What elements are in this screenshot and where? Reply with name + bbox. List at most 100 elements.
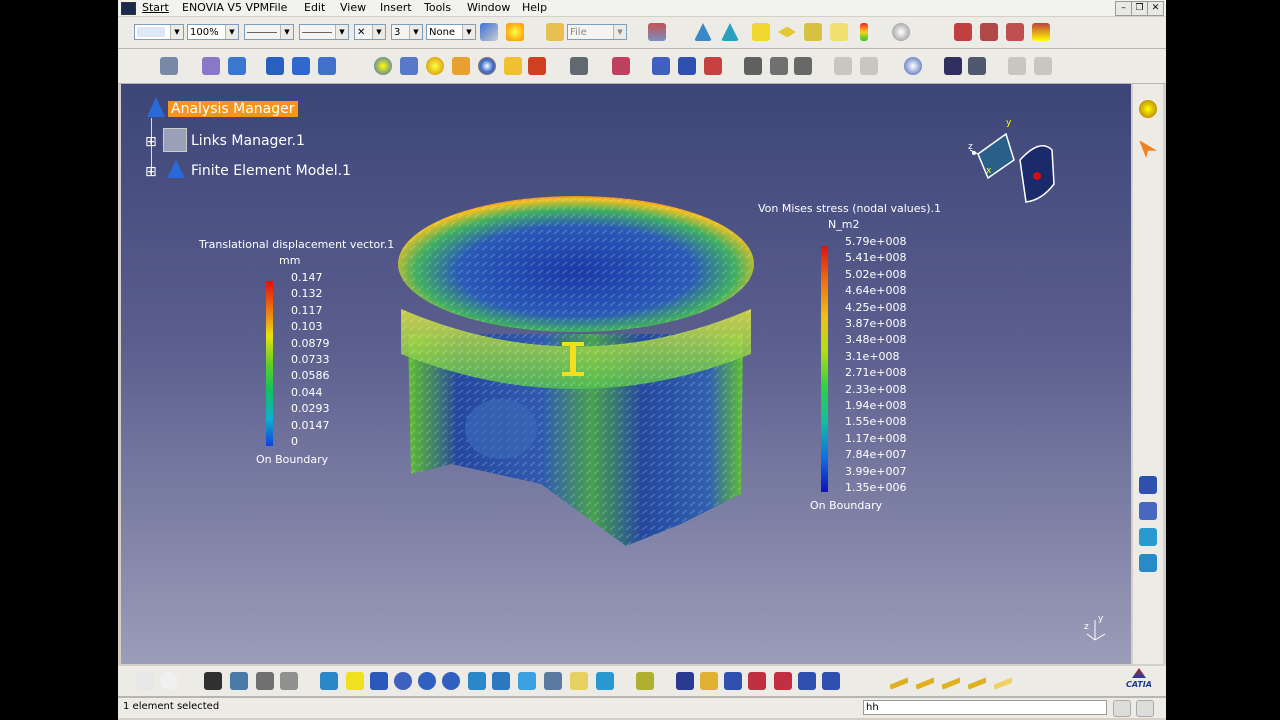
surface-2-icon[interactable]: [1139, 554, 1157, 572]
minimize-button[interactable]: –: [1115, 1, 1132, 16]
mesh-icon[interactable]: [202, 57, 220, 75]
report-icon[interactable]: [744, 57, 762, 75]
multi-view-icon[interactable]: [492, 672, 510, 690]
list-icon[interactable]: [794, 57, 812, 75]
lineweight-dropdown[interactable]: ▼: [299, 24, 349, 40]
rotate-icon[interactable]: [394, 672, 412, 690]
analysis-5-icon[interactable]: [774, 672, 792, 690]
swap-icon[interactable]: [596, 672, 614, 690]
brush-icon[interactable]: [480, 23, 498, 41]
chart-icon[interactable]: [770, 57, 788, 75]
stack-icon[interactable]: [804, 23, 822, 41]
command-cancel-icon[interactable]: [1136, 700, 1154, 717]
menu-start[interactable]: Start: [142, 1, 169, 14]
analysis-7-icon[interactable]: [822, 672, 840, 690]
material-icon[interactable]: [704, 57, 722, 75]
hand-icon[interactable]: [830, 23, 848, 41]
formula-icon[interactable]: [136, 672, 154, 690]
gear-blue-icon[interactable]: [228, 57, 246, 75]
normal-view-icon[interactable]: [468, 672, 486, 690]
number-dropdown[interactable]: 3 ▼: [391, 24, 423, 40]
linetype-dropdown[interactable]: ▼: [244, 24, 294, 40]
app-logo-icon[interactable]: [121, 2, 136, 15]
comment-icon[interactable]: [160, 672, 178, 690]
zoom-dropdown[interactable]: 100% ▼: [187, 24, 239, 40]
pan-icon[interactable]: [370, 672, 388, 690]
compute-icon[interactable]: [374, 57, 392, 75]
settings-gear-icon[interactable]: [1139, 100, 1157, 118]
mesh-part-2-icon[interactable]: [1139, 502, 1157, 520]
hide-show-icon[interactable]: [570, 672, 588, 690]
window-icon[interactable]: [968, 57, 986, 75]
grid-icon[interactable]: [570, 57, 588, 75]
distributed-load-icon[interactable]: [318, 57, 336, 75]
plane-blue-icon[interactable]: [694, 23, 712, 41]
macro-icon[interactable]: [204, 672, 222, 690]
robot-small-icon[interactable]: [980, 23, 998, 41]
deformation-icon[interactable]: [400, 57, 418, 75]
menu-view[interactable]: View: [340, 1, 366, 14]
sphere-icon[interactable]: [892, 23, 910, 41]
arc-icon[interactable]: [452, 57, 470, 75]
plane-3-icon[interactable]: [942, 677, 960, 690]
update-icon[interactable]: [160, 57, 178, 75]
search-icon[interactable]: [904, 57, 922, 75]
image-icon[interactable]: [636, 672, 654, 690]
box-icon[interactable]: [504, 57, 522, 75]
sensor-icon[interactable]: [612, 57, 630, 75]
cube-yellow-icon[interactable]: [752, 23, 770, 41]
select-arrow-icon[interactable]: [1139, 140, 1157, 158]
folder-icon[interactable]: [546, 23, 564, 41]
robot-light-icon[interactable]: [1032, 23, 1050, 41]
plane-5-icon[interactable]: [994, 677, 1012, 690]
robot-icon[interactable]: [954, 23, 972, 41]
layer-dropdown[interactable]: None ▼: [426, 24, 476, 40]
target-icon[interactable]: [478, 57, 496, 75]
analysis-1-icon[interactable]: [676, 672, 694, 690]
node-icon[interactable]: [652, 57, 670, 75]
plane-yellow-icon[interactable]: [778, 26, 796, 38]
painter-icon[interactable]: [506, 23, 524, 41]
fit-all-icon[interactable]: [346, 672, 364, 690]
align-icon[interactable]: [280, 672, 298, 690]
analysis-3-icon[interactable]: [724, 672, 742, 690]
analysis-6-icon[interactable]: [798, 672, 816, 690]
menu-help[interactable]: Help: [522, 1, 547, 14]
file-dropdown[interactable]: File ▼: [567, 24, 627, 40]
plane-1-icon[interactable]: [890, 677, 908, 690]
animate-icon[interactable]: [528, 57, 546, 75]
user-icon[interactable]: [678, 57, 696, 75]
menu-enovia[interactable]: ENOVIA V5 VPM: [182, 1, 269, 14]
restraint-icon[interactable]: [266, 57, 284, 75]
3d-viewport[interactable]: Analysis Manager ⊞ Links Manager.1 ⊞ Fin…: [121, 84, 1131, 664]
analysis-4-icon[interactable]: [748, 672, 766, 690]
iso-view-icon[interactable]: [518, 672, 536, 690]
render-style-icon[interactable]: [544, 672, 562, 690]
plane-teal-icon[interactable]: [721, 23, 739, 41]
traffic-light-icon[interactable]: [860, 23, 868, 41]
command-ok-icon[interactable]: [1113, 700, 1131, 717]
menu-file[interactable]: File: [269, 1, 287, 14]
plane-4-icon[interactable]: [968, 677, 986, 690]
menu-insert[interactable]: Insert: [380, 1, 412, 14]
menu-edit[interactable]: Edit: [304, 1, 325, 14]
compass-widget[interactable]: [966, 120, 1066, 210]
load-icon[interactable]: [292, 57, 310, 75]
capture-icon[interactable]: [944, 57, 962, 75]
zoom-out-icon[interactable]: [442, 672, 460, 690]
menu-tools[interactable]: Tools: [424, 1, 451, 14]
print-icon[interactable]: [648, 23, 666, 41]
analysis-2-icon[interactable]: [700, 672, 718, 690]
restore-button[interactable]: ❐: [1131, 1, 1148, 16]
fly-icon[interactable]: [320, 672, 338, 690]
point-style-dropdown[interactable]: ✕ ▼: [354, 24, 386, 40]
zoom-in-icon[interactable]: [418, 672, 436, 690]
close-button[interactable]: ✕: [1147, 1, 1164, 16]
bulb-icon[interactable]: [426, 57, 444, 75]
mesh-part-icon[interactable]: [1139, 476, 1157, 494]
color-dropdown[interactable]: ▼: [134, 24, 184, 40]
menu-window[interactable]: Window: [467, 1, 510, 14]
plane-2-icon[interactable]: [916, 677, 934, 690]
command-input[interactable]: hh: [863, 700, 1107, 715]
tree-icon[interactable]: [230, 672, 248, 690]
